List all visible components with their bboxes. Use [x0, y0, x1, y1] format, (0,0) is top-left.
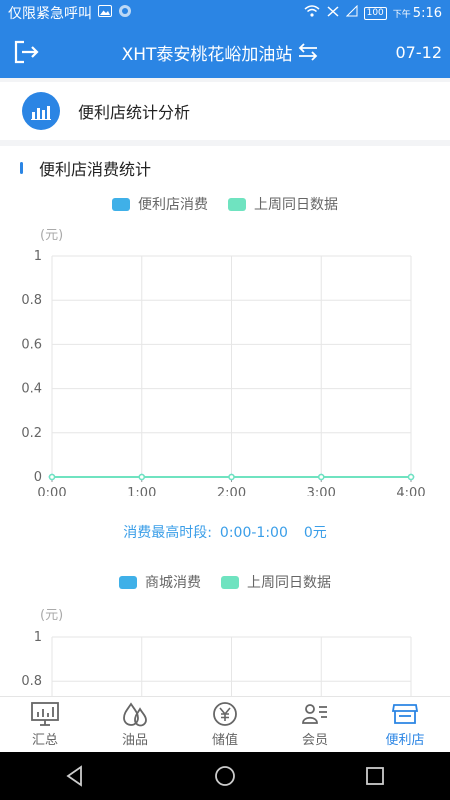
- statistics-icon: [22, 92, 60, 130]
- data-point: [48, 473, 56, 481]
- home-icon[interactable]: [213, 764, 237, 788]
- time-prefix: 下午: [392, 9, 411, 20]
- status-time: 5:16: [412, 5, 442, 21]
- chart2-plot: 10.8: [21, 630, 412, 696]
- legend-label-current: 便利店消费: [138, 197, 208, 213]
- logout-button[interactable]: [0, 39, 52, 65]
- emergency-call-text: 仅限紧急呼叫: [8, 6, 92, 22]
- switch-arrows-icon: [299, 43, 318, 61]
- legend-item-lastweek[interactable]: 上周同日数据: [228, 194, 338, 214]
- tab-summary[interactable]: 汇总: [0, 697, 90, 752]
- tab-member[interactable]: 会员: [270, 697, 360, 752]
- tab-store[interactable]: 便利店: [360, 697, 450, 752]
- peak-value: 0元: [303, 525, 327, 541]
- chart2-unit: (元): [40, 608, 64, 623]
- tab-oil[interactable]: 油品: [90, 697, 180, 752]
- legend-swatch-lastweek-2: [221, 575, 239, 589]
- app-notification-icon: [118, 4, 132, 22]
- battery-level: 100: [363, 6, 387, 20]
- legend-swatch-lastweek: [228, 197, 246, 211]
- store-icon: [391, 704, 419, 724]
- oil-drop-icon: [123, 702, 147, 727]
- x-tick-label: 0:00: [37, 486, 66, 496]
- legend-swatch-mall: [119, 575, 137, 589]
- status-bar: 仅限紧急呼叫 100 下午 5:16: [0, 0, 450, 26]
- x-tick-label: 2:00: [217, 486, 246, 496]
- y-tick-label: 1: [34, 630, 42, 645]
- x-tick-label: 4:00: [396, 486, 425, 496]
- section-title: 便利店统计分析: [78, 103, 191, 122]
- legend-item-lastweek-2[interactable]: 上周同日数据: [221, 572, 331, 592]
- date-picker[interactable]: 07-12: [390, 43, 450, 62]
- data-point: [228, 473, 235, 481]
- tab-member-label: 会员: [301, 733, 328, 748]
- y-tick-label: 0.2: [21, 426, 42, 441]
- no-signal-icon: [326, 5, 340, 21]
- monitor-icon: [31, 702, 59, 726]
- member-card-icon: [302, 704, 327, 724]
- chart2-legend: 商城消费 上周同日数据: [0, 572, 450, 592]
- app-header: XHT泰安桃花峪加油站 07-12: [0, 26, 450, 78]
- chart-heading: 便利店消费统计: [20, 156, 151, 180]
- recents-icon[interactable]: [363, 764, 387, 788]
- y-tick-label: 0: [34, 470, 42, 485]
- data-point: [407, 473, 415, 481]
- tab-summary-label: 汇总: [31, 733, 58, 748]
- legend-label-lastweek: 上周同日数据: [254, 197, 338, 213]
- tab-stored-value-label: 储值: [211, 733, 238, 748]
- legend-swatch-current: [112, 197, 130, 211]
- y-tick-label: 1: [34, 249, 42, 264]
- peak-label: 消费最高时段:: [123, 525, 212, 541]
- chart-heading-text: 便利店消费统计: [39, 160, 152, 179]
- chart1-plot: 1 0.8 0.6 0.4 0.2 00:00 1:00 2:00 3:00 4:00: [21, 249, 425, 496]
- chart-content: 便利店消费统计 便利店消费 上周同日数据 (元) 1 0.8 0.6 0.4 0.2 0 0…: [0, 146, 450, 696]
- y-tick-label: 0.8: [21, 293, 42, 308]
- yen-coin-icon: [213, 702, 237, 726]
- back-icon[interactable]: [63, 764, 87, 788]
- image-notification-icon: [98, 5, 112, 21]
- wifi-icon: [304, 5, 320, 21]
- legend-label-lastweek-2: 上周同日数据: [247, 575, 331, 591]
- chart1-unit: (元): [40, 228, 64, 243]
- chart1-legend: 便利店消费 上周同日数据: [0, 194, 450, 214]
- station-switch[interactable]: XHT泰安桃花峪加油站: [52, 40, 390, 65]
- section-card: 便利店统计分析: [0, 82, 450, 140]
- legend-item-mall[interactable]: 商城消费: [119, 572, 201, 592]
- y-tick-label: 0.6: [21, 337, 42, 352]
- peak-range: 0:00-1:00: [219, 525, 288, 541]
- logout-icon: [14, 40, 39, 64]
- system-nav-bar: [0, 752, 450, 800]
- station-title: XHT泰安桃花峪加油站: [121, 44, 293, 65]
- y-tick-label: 0.4: [21, 382, 42, 397]
- tab-store-label: 便利店: [385, 733, 425, 748]
- bottom-tab-bar: 汇总 油品 储值 会员 便利店: [0, 696, 450, 752]
- signal-icon: [345, 4, 358, 21]
- heading-accent-bar: [20, 162, 23, 174]
- y-tick-label: 0.8: [21, 674, 42, 689]
- tab-stored-value[interactable]: 储值: [180, 697, 270, 752]
- legend-item-current[interactable]: 便利店消费: [112, 194, 208, 214]
- tab-oil-label: 油品: [121, 733, 148, 748]
- data-point: [138, 473, 145, 481]
- legend-label-mall: 商城消费: [145, 575, 201, 591]
- x-tick-label: 3:00: [307, 486, 336, 496]
- peak-period: 消费最高时段: 0:00-1:00 0元: [0, 522, 450, 542]
- data-point: [318, 473, 325, 481]
- x-tick-label: 1:00: [127, 486, 156, 496]
